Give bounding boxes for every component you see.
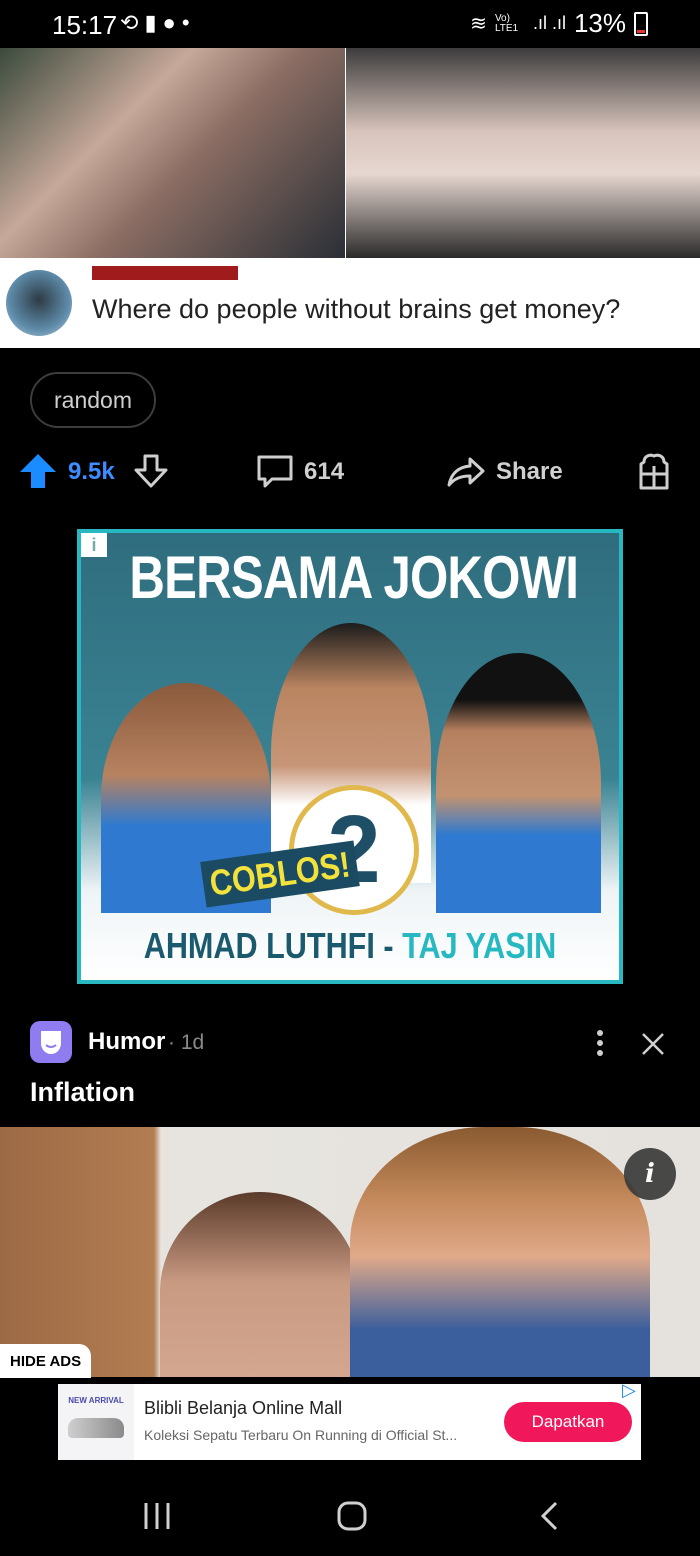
thumb-label: NEW ARRIVAL (68, 1396, 124, 1405)
share-icon[interactable] (446, 456, 486, 493)
chat-icon: ● (162, 10, 182, 35)
notification-icons: ⟲▮●• (120, 10, 196, 36)
bottom-ad[interactable]: NEW ARRIVAL ▷ Blibli Belanja Online Mall… (58, 1380, 641, 1460)
close-icon[interactable] (640, 1031, 666, 1062)
ad-description: Koleksi Sepatu Terbaru On Running di Off… (144, 1427, 458, 1443)
battery-percent: 13% (573, 8, 626, 38)
tag-chip-random[interactable]: random (30, 372, 156, 428)
dot-icon: • (181, 10, 196, 35)
photo-person-left (160, 1192, 360, 1377)
sync-icon: ⟲ (120, 10, 145, 35)
back-icon[interactable] (538, 1500, 562, 1537)
upvote-count: 9.5k (68, 458, 115, 485)
signal-icon: .ıl .ıl (532, 13, 566, 33)
caption-avatar (6, 270, 72, 336)
upvote-icon[interactable] (18, 452, 58, 495)
hide-ads-button[interactable]: HIDE ADS (0, 1344, 92, 1378)
system-nav-bar (0, 1472, 700, 1556)
ad-info-icon[interactable]: i (81, 533, 107, 557)
candidate-b-name: TAJ YASIN (402, 925, 557, 966)
meme-caption-row: Where do people without brains get money… (0, 258, 700, 348)
photo-person-right (350, 1127, 650, 1377)
post-image[interactable]: Where do people without brains get money… (0, 48, 700, 348)
alert-icon: ▮ (144, 10, 163, 35)
candidate-a-name: AHMAD LUTHFI - (143, 925, 394, 966)
adchoices-icon[interactable]: ▷ (622, 1380, 636, 1401)
wifi-icon: ≋ (470, 13, 487, 35)
ad-headline: BERSAMA JOKOWI (129, 544, 579, 611)
network-label: Vo) LTE1 (494, 12, 519, 34)
post-image[interactable]: i (0, 1127, 700, 1377)
downvote-icon[interactable] (132, 452, 170, 495)
award-icon[interactable] (636, 452, 672, 497)
ad-thumbnail: NEW ARRIVAL (58, 1384, 134, 1460)
status-right: ≋ Vo) LTE1 .ıl .ıl 13% (470, 8, 648, 39)
recent-apps-icon[interactable] (140, 1500, 174, 1537)
status-time: 15:17 (52, 10, 118, 40)
comment-count: 614 (304, 458, 345, 485)
status-bar: 15:17 ⟲▮●• ≋ Vo) LTE1 .ıl .ıl 13% (0, 0, 700, 48)
share-button[interactable]: Share (496, 458, 563, 486)
photo-right (346, 48, 700, 258)
comment-icon[interactable] (256, 454, 294, 495)
redacted-bar (92, 266, 238, 280)
home-icon[interactable] (336, 1500, 368, 1537)
post-title[interactable]: Inflation (30, 1077, 135, 1108)
more-options-icon[interactable] (592, 1029, 608, 1062)
candidate-right-photo (436, 653, 601, 913)
shoe-image (68, 1418, 124, 1438)
ad-title: Blibli Belanja Online Mall (144, 1398, 343, 1418)
ad-cta-button[interactable]: Dapatkan (504, 1402, 632, 1442)
ad-banner[interactable]: i BERSAMA JOKOWI 2 COBLOS! AHMAD LUTHFI … (77, 529, 623, 984)
photo-left (0, 48, 345, 258)
info-button[interactable]: i (624, 1148, 676, 1200)
community-avatar-icon[interactable] (30, 1021, 72, 1063)
post-age: · 1d (168, 1031, 205, 1054)
community-name[interactable]: Humor (88, 1028, 165, 1056)
battery-icon (634, 11, 648, 36)
ad-candidates: AHMAD LUTHFI - TAJ YASIN (121, 925, 578, 967)
meme-caption: Where do people without brains get money… (92, 294, 621, 324)
post-actions: 9.5k 614 Share (0, 440, 700, 504)
